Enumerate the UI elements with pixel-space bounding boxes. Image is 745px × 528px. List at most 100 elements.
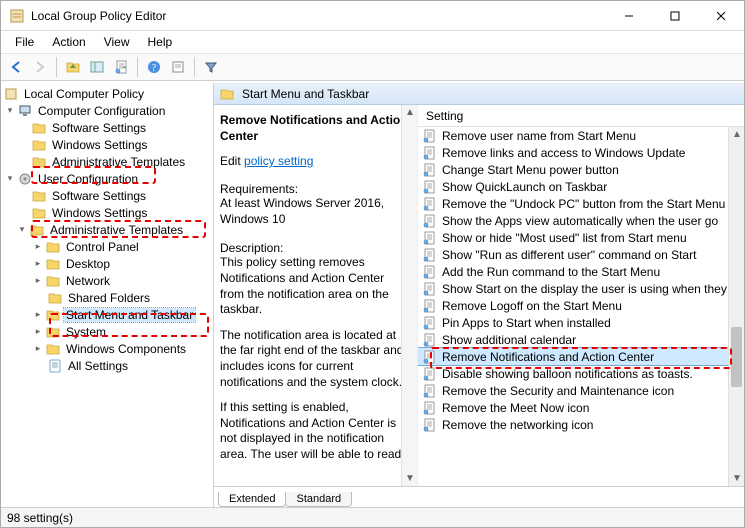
close-button[interactable] bbox=[698, 1, 744, 31]
properties-button[interactable] bbox=[167, 56, 189, 78]
tree-pane[interactable]: Local Computer Policy ▾ Computer Configu… bbox=[1, 83, 214, 507]
setting-row[interactable]: Show QuickLaunch on Taskbar bbox=[418, 178, 728, 195]
setting-row[interactable]: Remove the "Undock PC" button from the S… bbox=[418, 195, 728, 212]
tree-start-menu-taskbar[interactable]: ▸Start Menu and Taskbar bbox=[1, 306, 213, 323]
policy-icon bbox=[422, 316, 438, 330]
tree-uc-windows[interactable]: Windows Settings bbox=[1, 204, 213, 221]
tree-user-config[interactable]: ▾ User Configuration bbox=[1, 170, 213, 187]
setting-label: Show Start on the display the user is us… bbox=[442, 282, 727, 296]
title-bar: Local Group Policy Editor bbox=[1, 1, 744, 31]
folder-icon bbox=[220, 87, 236, 101]
menu-help[interactable]: Help bbox=[140, 33, 181, 51]
tab-standard[interactable]: Standard bbox=[285, 492, 352, 507]
tree-network[interactable]: ▸Network bbox=[1, 272, 213, 289]
setting-row[interactable]: Add the Run command to the Start Menu bbox=[418, 263, 728, 280]
expand-icon[interactable]: ▸ bbox=[31, 241, 45, 252]
scroll-down-icon[interactable]: ▼ bbox=[405, 473, 415, 484]
setting-row[interactable]: Show Start on the display the user is us… bbox=[418, 280, 728, 297]
column-header-setting[interactable]: Setting bbox=[418, 105, 744, 127]
collapse-icon[interactable]: ▾ bbox=[15, 224, 29, 235]
policy-icon bbox=[422, 299, 438, 313]
setting-row[interactable]: Remove links and access to Windows Updat… bbox=[418, 144, 728, 161]
filter-button[interactable] bbox=[200, 56, 222, 78]
tree-uc-software[interactable]: Software Settings bbox=[1, 187, 213, 204]
tab-extended[interactable]: Extended bbox=[218, 492, 286, 507]
scroll-down-icon[interactable]: ▼ bbox=[732, 473, 742, 484]
expand-icon[interactable]: ▸ bbox=[31, 326, 45, 337]
show-hide-tree-button[interactable] bbox=[86, 56, 108, 78]
setting-row[interactable]: Pin Apps to Start when installed bbox=[418, 314, 728, 331]
tree-uc-admin[interactable]: ▾ Administrative Templates bbox=[1, 221, 213, 238]
policy-icon bbox=[422, 163, 438, 177]
policy-icon bbox=[422, 384, 438, 398]
setting-row[interactable]: Show additional calendar bbox=[418, 331, 728, 348]
policy-icon bbox=[422, 214, 438, 228]
tree-all-settings[interactable]: All Settings bbox=[1, 357, 213, 374]
settings-list[interactable]: Remove user name from Start Menu Remove l… bbox=[418, 127, 728, 486]
setting-row[interactable]: Remove the networking icon bbox=[418, 416, 728, 433]
setting-row[interactable]: Show or hide "Most used" list from Start… bbox=[418, 229, 728, 246]
setting-row[interactable]: Remove the Meet Now icon bbox=[418, 399, 728, 416]
setting-label: Show additional calendar bbox=[442, 333, 576, 347]
setting-label: Remove the "Undock PC" button from the S… bbox=[442, 197, 725, 211]
back-button[interactable] bbox=[5, 56, 27, 78]
description-label: Description: bbox=[220, 241, 409, 255]
setting-row[interactable]: Remove Notifications and Action Center bbox=[418, 348, 728, 365]
tree-system[interactable]: ▸System bbox=[1, 323, 213, 340]
setting-row[interactable]: Remove the Security and Maintenance icon bbox=[418, 382, 728, 399]
policy-icon bbox=[422, 418, 438, 432]
menu-action[interactable]: Action bbox=[44, 33, 93, 51]
up-button[interactable] bbox=[62, 56, 84, 78]
scrollbar-thumb[interactable] bbox=[731, 327, 742, 387]
edit-policy-link[interactable]: policy setting bbox=[244, 154, 313, 168]
menu-view[interactable]: View bbox=[96, 33, 138, 51]
policy-icon bbox=[422, 350, 438, 364]
policy-icon bbox=[422, 146, 438, 160]
description-p2: The notification area is located at the … bbox=[220, 328, 409, 390]
expand-icon[interactable]: ▸ bbox=[31, 275, 45, 286]
tree-cc-admin[interactable]: Administrative Templates bbox=[1, 153, 213, 170]
description-p3: If this setting is enabled, Notification… bbox=[220, 400, 409, 462]
tree-shared-folders[interactable]: Shared Folders bbox=[1, 289, 213, 306]
setting-label: Remove Logoff on the Start Menu bbox=[442, 299, 622, 313]
tree-cc-windows[interactable]: Windows Settings bbox=[1, 136, 213, 153]
setting-row[interactable]: Show "Run as different user" command on … bbox=[418, 246, 728, 263]
setting-row[interactable]: Remove Logoff on the Start Menu bbox=[418, 297, 728, 314]
collapse-icon[interactable]: ▾ bbox=[3, 105, 17, 116]
setting-label: Show "Run as different user" command on … bbox=[442, 248, 696, 262]
tree-windows-components[interactable]: ▸Windows Components bbox=[1, 340, 213, 357]
help-button[interactable]: ? bbox=[143, 56, 165, 78]
gear-icon bbox=[17, 172, 33, 186]
setting-label: Pin Apps to Start when installed bbox=[442, 316, 611, 330]
policy-icon bbox=[422, 129, 438, 143]
toolbar: ? bbox=[1, 53, 744, 81]
setting-row[interactable]: Disable showing balloon notifications as… bbox=[418, 365, 728, 382]
maximize-button[interactable] bbox=[652, 1, 698, 31]
setting-label: Remove links and access to Windows Updat… bbox=[442, 146, 685, 160]
scroll-up-icon[interactable]: ▲ bbox=[732, 129, 742, 140]
scroll-up-icon[interactable]: ▲ bbox=[405, 107, 415, 118]
expand-icon[interactable]: ▸ bbox=[31, 309, 45, 320]
setting-label: Remove Notifications and Action Center bbox=[442, 350, 654, 364]
tree-control-panel[interactable]: ▸Control Panel bbox=[1, 238, 213, 255]
setting-row[interactable]: Change Start Menu power button bbox=[418, 161, 728, 178]
expand-icon[interactable]: ▸ bbox=[31, 258, 45, 269]
setting-label: Remove the Security and Maintenance icon bbox=[442, 384, 674, 398]
export-list-button[interactable] bbox=[110, 56, 132, 78]
policy-icon bbox=[422, 367, 438, 381]
tree-root[interactable]: Local Computer Policy bbox=[1, 85, 213, 102]
minimize-button[interactable] bbox=[606, 1, 652, 31]
setting-label: Remove the Meet Now icon bbox=[442, 401, 589, 415]
setting-row[interactable]: Show the Apps view automatically when th… bbox=[418, 212, 728, 229]
forward-button[interactable] bbox=[29, 56, 51, 78]
menu-file[interactable]: File bbox=[7, 33, 42, 51]
detail-scrollbar[interactable]: ▲ ▼ bbox=[401, 105, 417, 486]
collapse-icon[interactable]: ▾ bbox=[3, 173, 17, 184]
setting-label: Show QuickLaunch on Taskbar bbox=[442, 180, 607, 194]
tree-cc-software[interactable]: Software Settings bbox=[1, 119, 213, 136]
setting-row[interactable]: Remove user name from Start Menu bbox=[418, 127, 728, 144]
tree-computer-config[interactable]: ▾ Computer Configuration bbox=[1, 102, 213, 119]
tree-desktop[interactable]: ▸Desktop bbox=[1, 255, 213, 272]
expand-icon[interactable]: ▸ bbox=[31, 343, 45, 354]
settings-scrollbar[interactable]: ▲ ▼ bbox=[728, 127, 744, 486]
